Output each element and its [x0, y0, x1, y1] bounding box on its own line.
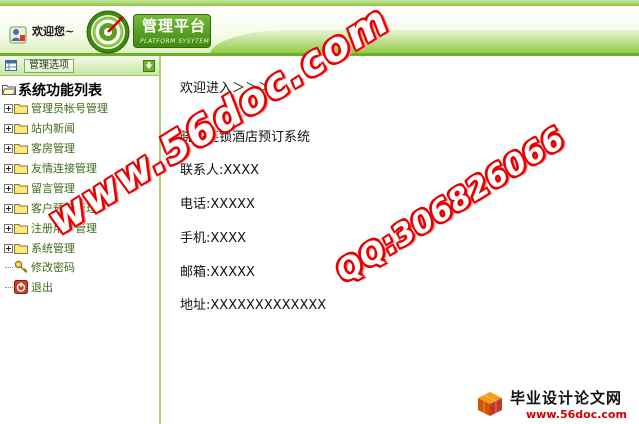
expand-icon[interactable] — [4, 183, 13, 193]
sidebar-item-label: 留言管理 — [31, 182, 75, 195]
expand-icon[interactable] — [4, 123, 13, 133]
sidebar-item-system[interactable]: 系统管理 — [4, 240, 75, 256]
grid-icon — [5, 60, 17, 71]
sidebar-item-registered-users[interactable]: 注册用户管理 — [4, 220, 97, 236]
email-address: 邮箱:XXXXX — [180, 265, 255, 280]
sidebar-item-label: 友情连接管理 — [31, 162, 97, 175]
sidebar-item-change-password[interactable]: 修改密码 — [4, 259, 75, 275]
sidebar-item-label: 退出 — [31, 281, 53, 294]
folder-icon — [14, 183, 28, 194]
breadcrumb: 欢迎进入＞＞＞ — [180, 81, 272, 96]
sidebar: 管理选项 系统功能列表 管理员帐号管理 站内新闻 客房管理 友情连接管理 留言管 — [0, 56, 161, 424]
expand-icon[interactable] — [4, 143, 13, 153]
system-name: 晓庄连锁酒店预订系统 — [180, 130, 311, 145]
sidebar-item-label: 系统管理 — [31, 242, 75, 255]
mobile-number: 手机:XXXX — [180, 231, 247, 246]
tree-connector — [5, 286, 13, 288]
contact-person: 联系人:XXXX — [180, 163, 260, 178]
logo-emblem-icon — [86, 10, 130, 54]
header: 欢迎您~ 管理平台 PLATFORM SYSYTEM — [0, 0, 639, 56]
user-icon — [9, 26, 27, 44]
expand-icon[interactable] — [4, 203, 13, 213]
sidebar-item-friend-links[interactable]: 友情连接管理 — [4, 160, 97, 176]
folder-icon — [14, 203, 28, 214]
logo-plate: 管理平台 PLATFORM SYSYTEM — [133, 14, 211, 48]
header-wave-decoration — [210, 30, 639, 55]
sidebar-item-label: 修改密码 — [31, 261, 75, 274]
tree-root[interactable]: 系统功能列表 — [1, 81, 102, 99]
folder-open-icon — [2, 85, 16, 95]
sidebar-item-label: 注册用户管理 — [31, 222, 97, 235]
sidebar-item-rooms[interactable]: 客房管理 — [4, 140, 75, 156]
cube-logo-icon — [478, 392, 502, 416]
sidebar-item-label: 客房管理 — [31, 142, 75, 155]
expand-icon[interactable] — [4, 243, 13, 253]
sidebar-item-admin-accounts[interactable]: 管理员帐号管理 — [4, 100, 108, 116]
phone-number: 电话:XXXXX — [180, 197, 255, 212]
postal-address: 地址:XXXXXXXXXXXXX — [180, 298, 327, 313]
logo-subtitle: PLATFORM SYSYTEM — [140, 38, 210, 45]
exit-icon — [14, 280, 28, 294]
footer-url: www.56doc.com — [526, 408, 627, 421]
tree-root-label: 系统功能列表 — [18, 82, 102, 99]
folder-icon — [14, 143, 28, 154]
sidebar-item-messages[interactable]: 留言管理 — [4, 180, 75, 196]
tree-connector — [5, 266, 13, 268]
expand-icon[interactable] — [4, 163, 13, 173]
footer-logo: 毕业设计论文网 www.56doc.com — [470, 384, 639, 424]
sidebar-item-site-news[interactable]: 站内新闻 — [4, 120, 75, 136]
options-tab[interactable]: 管理选项 — [24, 59, 74, 73]
sidebar-item-bookings[interactable]: 客户预订管理 — [4, 200, 97, 216]
expand-icon[interactable] — [4, 223, 13, 233]
sidebar-item-label: 客户预订管理 — [31, 202, 97, 215]
sidebar-item-label: 管理员帐号管理 — [31, 102, 108, 115]
folder-icon — [14, 243, 28, 254]
key-icon — [14, 260, 28, 273]
logo-title: 管理平台 — [142, 17, 207, 35]
sidebar-item-logout[interactable]: 退出 — [4, 279, 53, 295]
expand-icon[interactable] — [4, 103, 13, 113]
sidebar-item-label: 站内新闻 — [31, 122, 75, 135]
collapse-down-icon[interactable] — [143, 60, 155, 72]
footer-title: 毕业设计论文网 — [510, 389, 623, 407]
main-content: 欢迎进入＞＞＞ 晓庄连锁酒店预订系统 联系人:XXXX 电话:XXXXX 手机:… — [163, 56, 639, 424]
folder-icon — [14, 223, 28, 234]
folder-icon — [14, 123, 28, 134]
welcome-text: 欢迎您~ — [32, 25, 75, 38]
folder-icon — [14, 163, 28, 174]
sidebar-options-bar: 管理选项 — [0, 56, 159, 76]
folder-icon — [14, 103, 28, 114]
